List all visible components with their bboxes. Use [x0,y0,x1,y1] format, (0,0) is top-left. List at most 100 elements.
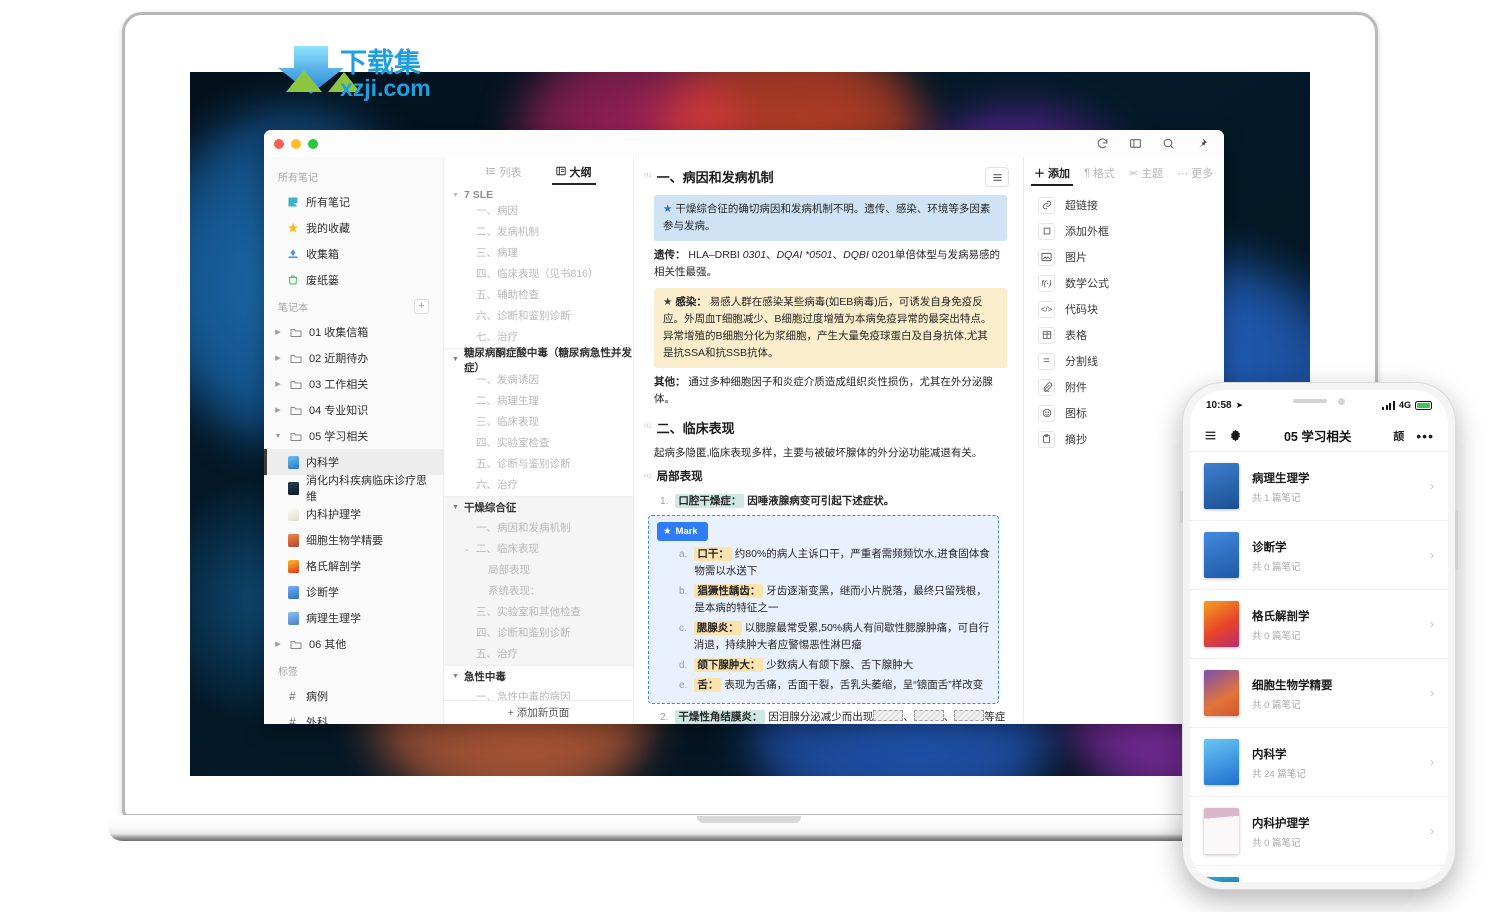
chevron-right-icon[interactable]: ▶ [274,380,282,388]
outline-item[interactable]: 三、病理 [444,243,633,264]
sidebar-book-bingli[interactable]: 病理生理学 [264,605,443,631]
outline-group-header[interactable]: ▼ 7 SLE [444,189,633,201]
sidebar-tag-waike[interactable]: # 外科 [264,709,443,724]
outline-item[interactable]: 三、实验室和其他检查 [444,602,633,623]
sidebar-item-label: 05 学习相关 [309,431,369,443]
insert-frame[interactable]: 添加外框 [1024,218,1224,244]
outline-item[interactable]: 五、辅助检查 [444,285,633,306]
outline-item[interactable]: 一、急性中毒的病因 [444,687,633,700]
phone-list-item[interactable]: 病理生理学 共 1 篇笔记 › [1190,452,1448,521]
document-editor[interactable]: H1 一、病因和发病机制 ★ 干燥综合征的确切病因和发病机制不明。遗传、感染、环… [634,157,1024,724]
outline-item[interactable]: ⌄ 二、临床表现 [444,539,633,560]
tab-format[interactable]: ¶ 格式 [1084,165,1115,186]
book-cover [288,507,299,521]
chevron-right-icon[interactable]: ▶ [274,328,282,336]
document-menu-button[interactable] [985,167,1009,187]
outline-tree[interactable]: ▼ 7 SLE 一、病因 二、发病机制 三、病理 四、临床表现（见书816） 五… [444,189,633,700]
outline-item[interactable]: 五、治疗 [444,644,633,665]
phone-list-item[interactable]: 内科学 共 24 篇笔记 › [1190,728,1448,797]
sidebar-item-all-notes[interactable]: 所有笔记 [264,189,443,215]
sidebar-item-inbox[interactable]: 收集箱 [264,241,443,267]
tab-more[interactable]: ⋯ 更多 [1177,165,1213,186]
refresh-icon[interactable] [1096,137,1109,150]
outline-item[interactable]: 四、临床表现（见书816） [444,264,633,285]
tab-outline[interactable]: 大纲 [551,164,596,185]
phone-list-item[interactable]: 诊断学 共 0 篇笔记 › [1190,521,1448,590]
outline-item[interactable]: 五、诊断与鉴别诊断 [444,454,633,475]
add-notebook-button[interactable]: + [414,299,429,314]
sidebar-notebook-03[interactable]: ▶ 03 工作相关 [264,371,443,397]
insert-image[interactable]: 图片 [1024,244,1224,270]
outline-item[interactable]: 一、病因 [444,201,633,222]
phone-volume-button[interactable] [1180,491,1183,523]
mark-badge[interactable]: ★ Mark [657,521,708,542]
phone-page-title: 05 学习相关 [1283,430,1352,444]
sidebar-item-favorites[interactable]: 我的收藏 [264,215,443,241]
sidebar-notebook-01[interactable]: ▶ 01 收集信箱 [264,319,443,345]
phone-list-item[interactable] [1190,866,1448,882]
outline-group-header[interactable]: ▼ 糖尿病酮症酸中毒（糖尿病急性并发症） [444,347,633,374]
chevron-down-icon[interactable]: ▼ [452,673,459,680]
layout-icon[interactable] [1129,137,1142,150]
insert-hyperlink[interactable]: 超链接 [1024,192,1224,218]
outline-group-header[interactable]: ▼ 急性中毒 [444,666,633,687]
sidebar-notebook-04[interactable]: ▶ 04 专业知识 [264,397,443,423]
blank-field-1[interactable] [873,709,904,721]
list-item: a. 口干： 约80%的病人主诉口干，严重者需频频饮水,进食固体食物需以水送下 [679,546,990,580]
sidebar-book-geshi[interactable]: 格氏解剖学 [264,553,443,579]
outline-group-header[interactable]: ▼ 干燥综合征 [444,497,633,518]
blank-field-2[interactable] [913,709,944,721]
add-page-button[interactable]: + 添加新页面 [444,700,633,724]
sidebar-notebook-06[interactable]: ▶ 06 其他 [264,631,443,657]
mark-block[interactable]: ★ Mark a. 口干： 约80%的病人主诉口干，严重者需频频饮水,进食固体食… [648,514,999,704]
chevron-right-icon[interactable]: ▶ [274,406,282,414]
close-button[interactable] [274,138,284,149]
phone-list-item[interactable]: 内科护理学 共 0 篇笔记 › [1190,797,1448,866]
insert-table[interactable]: 表格 [1024,322,1224,348]
chevron-down-icon[interactable]: ⌄ [464,539,470,560]
outline-item[interactable]: 三、临床表现 [444,412,633,433]
gear-icon[interactable] [1229,429,1242,442]
sidebar-book-huli[interactable]: 内科护理学 [264,501,443,527]
tab-add[interactable]: ＋ 添加 [1031,165,1073,186]
outline-item[interactable]: 二、发病机制 [444,222,633,243]
sidebar-book-zhenduan[interactable]: 诊断学 [264,579,443,605]
phone-list-item[interactable]: 细胞生物学精要 共 0 篇笔记 › [1190,659,1448,728]
chevron-down-icon[interactable]: ▼ [452,356,459,363]
phone-power-button[interactable] [1455,511,1458,569]
phone-list-item[interactable]: 格氏解剖学 共 0 篇笔记 › [1190,590,1448,659]
search-icon[interactable] [1162,137,1175,150]
minimize-button[interactable] [291,138,301,149]
sidebar-notebook-02[interactable]: ▶ 02 近期待办 [264,345,443,371]
pin-icon[interactable] [1195,137,1208,150]
sidebar-book-xibao[interactable]: 细胞生物学精要 [264,527,443,553]
insert-divider[interactable]: = 分割线 [1024,348,1224,374]
insert-formula[interactable]: f(·) 数学公式 [1024,270,1224,296]
outline-item[interactable]: 局部表现 [444,560,633,581]
sidebar-notebook-05[interactable]: ▼ 05 学习相关 [264,423,443,449]
tab-theme[interactable]: ✂ 主题 [1129,165,1163,186]
blank-field-3[interactable] [954,709,985,721]
chevron-right-icon[interactable]: ▶ [274,354,282,362]
chevron-down-icon[interactable]: ▼ [452,504,459,511]
sort-icon[interactable]: 颉 [1393,428,1404,444]
outline-item[interactable]: 系统表现： [444,581,633,602]
sidebar-item-trash[interactable]: 废纸篓 [264,267,443,293]
chevron-right-icon[interactable]: ▶ [274,640,282,648]
phone-notebook-list[interactable]: 病理生理学 共 1 篇笔记 › 诊断学 共 0 篇笔记 › 格氏解剖学 共 0 … [1190,452,1448,882]
outline-item[interactable]: 二、病理生理 [444,391,633,412]
outline-item[interactable]: 四、诊断和鉴别诊断 [444,623,633,644]
sidebar-book-xiaohua[interactable]: 消化内科疾病临床诊疗思维 [264,475,443,503]
more-dots-icon[interactable]: ••• [1416,428,1434,444]
outline-item[interactable]: 四、实验室检查 [444,433,633,454]
outline-item[interactable]: 一、病因和发病机制 [444,518,633,539]
hamburger-icon[interactable] [1204,429,1217,442]
insert-code[interactable]: </> 代码块 [1024,296,1224,322]
outline-item[interactable]: 六、治疗 [444,475,633,496]
chevron-down-icon[interactable]: ▼ [274,433,282,440]
maximize-button[interactable] [308,138,318,149]
chevron-down-icon[interactable]: ▼ [452,192,459,199]
outline-item[interactable]: 六、诊断和鉴别诊断 [444,306,633,327]
sidebar-tag-bingli[interactable]: # 病例 [264,683,443,709]
tab-list[interactable]: 列表 [485,164,522,184]
